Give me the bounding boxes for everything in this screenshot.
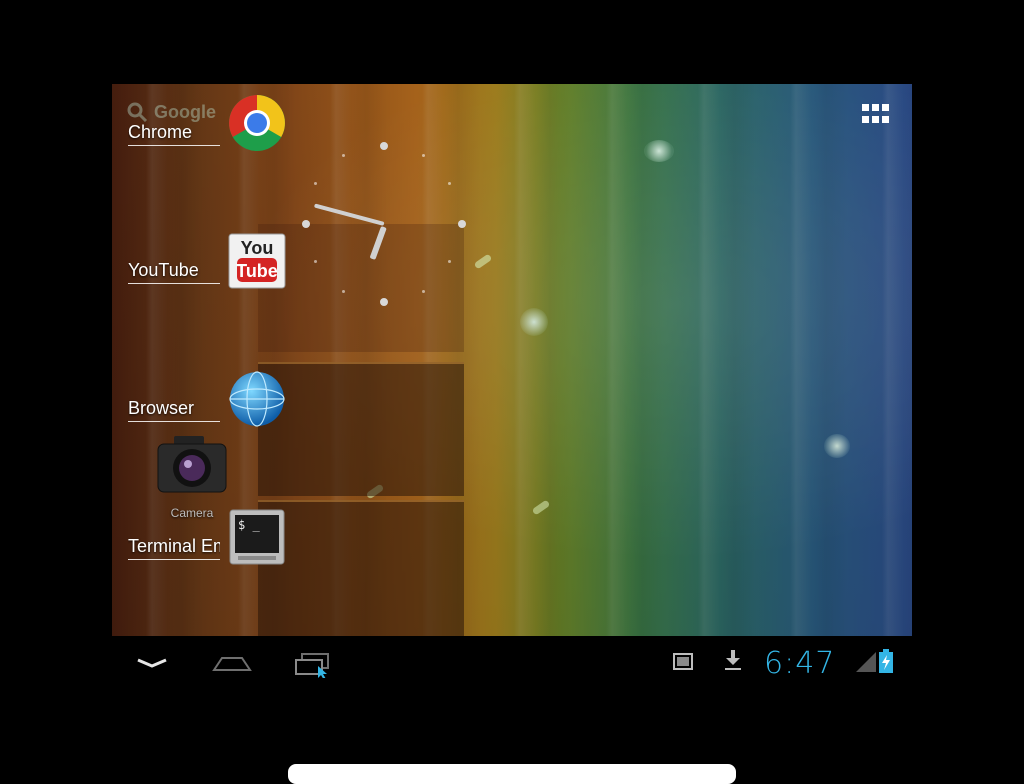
screenshot-notification-icon[interactable] bbox=[672, 652, 694, 672]
svg-text:Tube: Tube bbox=[236, 261, 278, 281]
clock-tick bbox=[380, 298, 388, 306]
youtube-icon: You Tube bbox=[228, 233, 286, 289]
home-screen: Google Chrome YouTube You Tube Browser C… bbox=[112, 84, 912, 636]
launcher-item-terminal[interactable]: Terminal Emulator $ _ bbox=[126, 504, 296, 574]
clock-tick bbox=[448, 260, 451, 263]
signal-icon bbox=[856, 652, 876, 672]
launcher-item-label: Chrome bbox=[128, 122, 220, 146]
clock-tick bbox=[422, 290, 425, 293]
system-bar: 6:47 bbox=[112, 636, 912, 692]
clock-tick bbox=[342, 154, 345, 157]
clock-minute-hand bbox=[313, 203, 385, 226]
wallpaper-shard bbox=[531, 499, 551, 516]
download-icon[interactable] bbox=[722, 648, 744, 672]
battery-charging-icon bbox=[879, 649, 893, 673]
launcher-item-browser[interactable]: Browser bbox=[126, 366, 296, 436]
chrome-icon bbox=[229, 95, 285, 151]
clock-tick bbox=[448, 182, 451, 185]
bottom-window-tab bbox=[288, 764, 736, 784]
clock-tick bbox=[422, 154, 425, 157]
clock-tick bbox=[342, 290, 345, 293]
launcher-item-chrome[interactable]: Chrome bbox=[126, 90, 296, 160]
svg-text:$ _: $ _ bbox=[238, 518, 260, 532]
terminal-icon: $ _ bbox=[229, 509, 285, 565]
wallpaper-orb bbox=[644, 140, 674, 162]
launcher-item-label: Browser bbox=[128, 398, 220, 422]
browser-globe-icon bbox=[229, 371, 285, 427]
all-apps-grid-icon[interactable] bbox=[862, 104, 890, 124]
camera-icon bbox=[157, 436, 227, 493]
home-icon[interactable] bbox=[208, 648, 256, 678]
clock-tick bbox=[314, 260, 317, 263]
svg-text:You: You bbox=[241, 238, 274, 258]
recent-apps-icon[interactable] bbox=[288, 648, 336, 678]
analog-clock-widget[interactable] bbox=[302, 142, 466, 306]
clock-hour-hand bbox=[369, 225, 387, 260]
clock-tick bbox=[314, 182, 317, 185]
launcher-item-label: Terminal Emulator bbox=[128, 536, 220, 560]
launcher-item-youtube[interactable]: YouTube You Tube bbox=[126, 228, 296, 298]
wallpaper-orb bbox=[520, 308, 548, 336]
status-clock[interactable]: 6:47 bbox=[764, 646, 835, 681]
launcher-item-label: YouTube bbox=[128, 260, 220, 284]
wallpaper-shard bbox=[473, 253, 493, 270]
clock-tick bbox=[302, 220, 310, 228]
clock-tick bbox=[380, 142, 388, 150]
back-icon[interactable] bbox=[128, 648, 176, 678]
clock-tick bbox=[458, 220, 466, 228]
wallpaper-orb bbox=[824, 434, 850, 458]
